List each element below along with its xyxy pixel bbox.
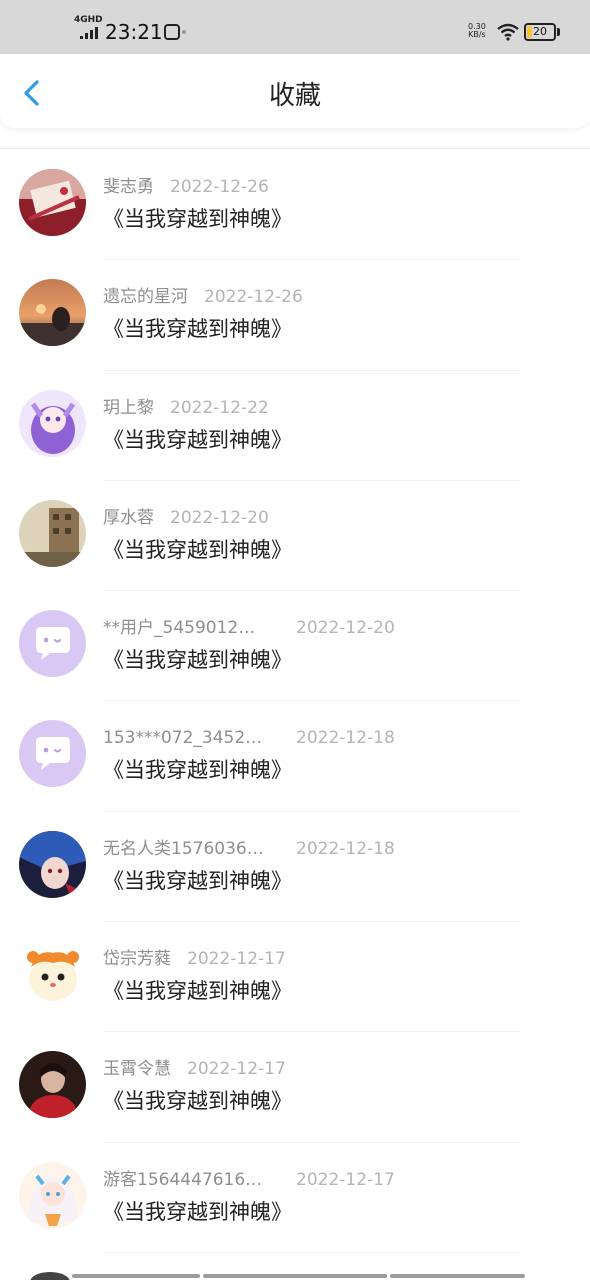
avatar[interactable]	[19, 610, 86, 678]
scroll-segment	[390, 1274, 525, 1278]
list-item[interactable]: 无名人类1576036… 2022-12-18 《当我穿越到神魄》	[0, 812, 590, 923]
list-item[interactable]: 153***072_3452… 2022-12-18 《当我穿越到神魄》	[0, 701, 590, 812]
favorite-date: 2022-12-22	[170, 397, 269, 418]
battery-cap	[557, 28, 560, 36]
partial-row	[0, 1270, 590, 1280]
user-name: 厚水蓉	[103, 507, 154, 528]
network-speed: 0.30 KB/s	[468, 23, 486, 39]
battery-percent: 20	[533, 25, 547, 38]
book-title: 《当我穿越到神魄》	[103, 868, 292, 893]
list-item[interactable]: **用户_5459012… 2022-12-20 《当我穿越到神魄》	[0, 591, 590, 702]
book-title: 《当我穿越到神魄》	[103, 648, 292, 673]
favorite-date: 2022-12-26	[170, 177, 269, 197]
list-item[interactable]: 遗忘的星河 2022-12-26 《当我穿越到神魄》	[0, 260, 590, 371]
favorite-date: 2022-12-18	[296, 838, 395, 859]
avatar[interactable]	[19, 499, 86, 567]
user-name: 遗忘的星河	[103, 287, 188, 308]
wifi-icon	[497, 23, 519, 41]
book-title: 《当我穿越到神魄》	[103, 1089, 292, 1114]
book-title: 《当我穿越到神魄》	[103, 427, 292, 452]
book-title: 《当我穿越到神魄》	[103, 537, 292, 562]
user-name: 玥上黎	[103, 397, 154, 418]
avatar[interactable]	[19, 720, 86, 788]
list-item[interactable]: 斐志勇 2022-12-26 《当我穿越到神魄》	[0, 150, 590, 261]
user-name: 玉霄令慧	[103, 1059, 171, 1080]
list-item[interactable]: 游客1564447616… 2022-12-17 《当我穿越到神魄》	[0, 1143, 590, 1253]
divider	[103, 1251, 520, 1253]
status-bar: 4GHD 23:21 0.30 KB/s 20	[0, 0, 590, 54]
list-item[interactable]: 岱宗芳蕤 2022-12-17 《当我穿越到神魄》	[0, 922, 590, 1033]
list-item[interactable]: 厚水蓉 2022-12-20 《当我穿越到神魄》	[0, 481, 590, 592]
book-title: 《当我穿越到神魄》	[103, 207, 292, 231]
user-name: 斐志勇	[103, 177, 154, 197]
favorite-date: 2022-12-20	[170, 507, 269, 528]
page-title: 收藏	[268, 81, 321, 111]
app-icon	[164, 24, 180, 40]
avatar[interactable]	[19, 1051, 86, 1119]
avatar[interactable]	[19, 389, 86, 457]
favorite-date: 2022-12-20	[296, 618, 395, 639]
signal-icon	[80, 27, 98, 39]
user-name: **用户_5459012…	[103, 618, 256, 639]
user-name: 153***072_3452…	[103, 728, 263, 749]
avatar[interactable]	[19, 941, 86, 1009]
user-name: 游客1564447616…	[103, 1169, 263, 1190]
favorite-date: 2022-12-17	[187, 949, 286, 970]
book-title: 《当我穿越到神魄》	[103, 1199, 292, 1224]
avatar[interactable]	[19, 830, 86, 898]
list-item[interactable]: 玥上黎 2022-12-22 《当我穿越到神魄》	[0, 371, 590, 481]
network-speed-unit: KB/s	[468, 30, 486, 39]
clock: 23:21	[105, 20, 163, 44]
battery-icon: 20	[524, 23, 556, 41]
divider	[0, 148, 590, 149]
book-title: 《当我穿越到神魄》	[103, 979, 292, 1004]
book-title: 《当我穿越到神魄》	[103, 317, 292, 342]
favorite-date: 2022-12-18	[296, 728, 395, 749]
network-type: 4GHD	[74, 15, 103, 25]
book-title: 《当我穿越到神魄》	[103, 758, 292, 783]
list-item[interactable]: 玉霄令慧 2022-12-17 《当我穿越到神魄》	[0, 1032, 590, 1143]
avatar[interactable]	[19, 279, 86, 347]
user-name: 无名人类1576036…	[103, 838, 264, 859]
avatar[interactable]	[19, 169, 86, 236]
avatar[interactable]	[19, 1161, 86, 1229]
scroll-segment	[72, 1274, 200, 1278]
scroll-segment	[203, 1274, 387, 1278]
favorite-date: 2022-12-26	[204, 287, 303, 308]
favorites-list: 斐志勇 2022-12-26 《当我穿越到神魄》 遗忘的星河 2022-12-26 《当我…	[0, 150, 590, 1253]
nav-bar: 收藏	[0, 54, 590, 128]
favorite-date: 2022-12-17	[296, 1169, 395, 1190]
favorite-date: 2022-12-17	[187, 1059, 286, 1080]
user-name: 岱宗芳蕤	[103, 949, 171, 970]
notification-dot	[182, 30, 186, 34]
avatar	[30, 1272, 70, 1280]
